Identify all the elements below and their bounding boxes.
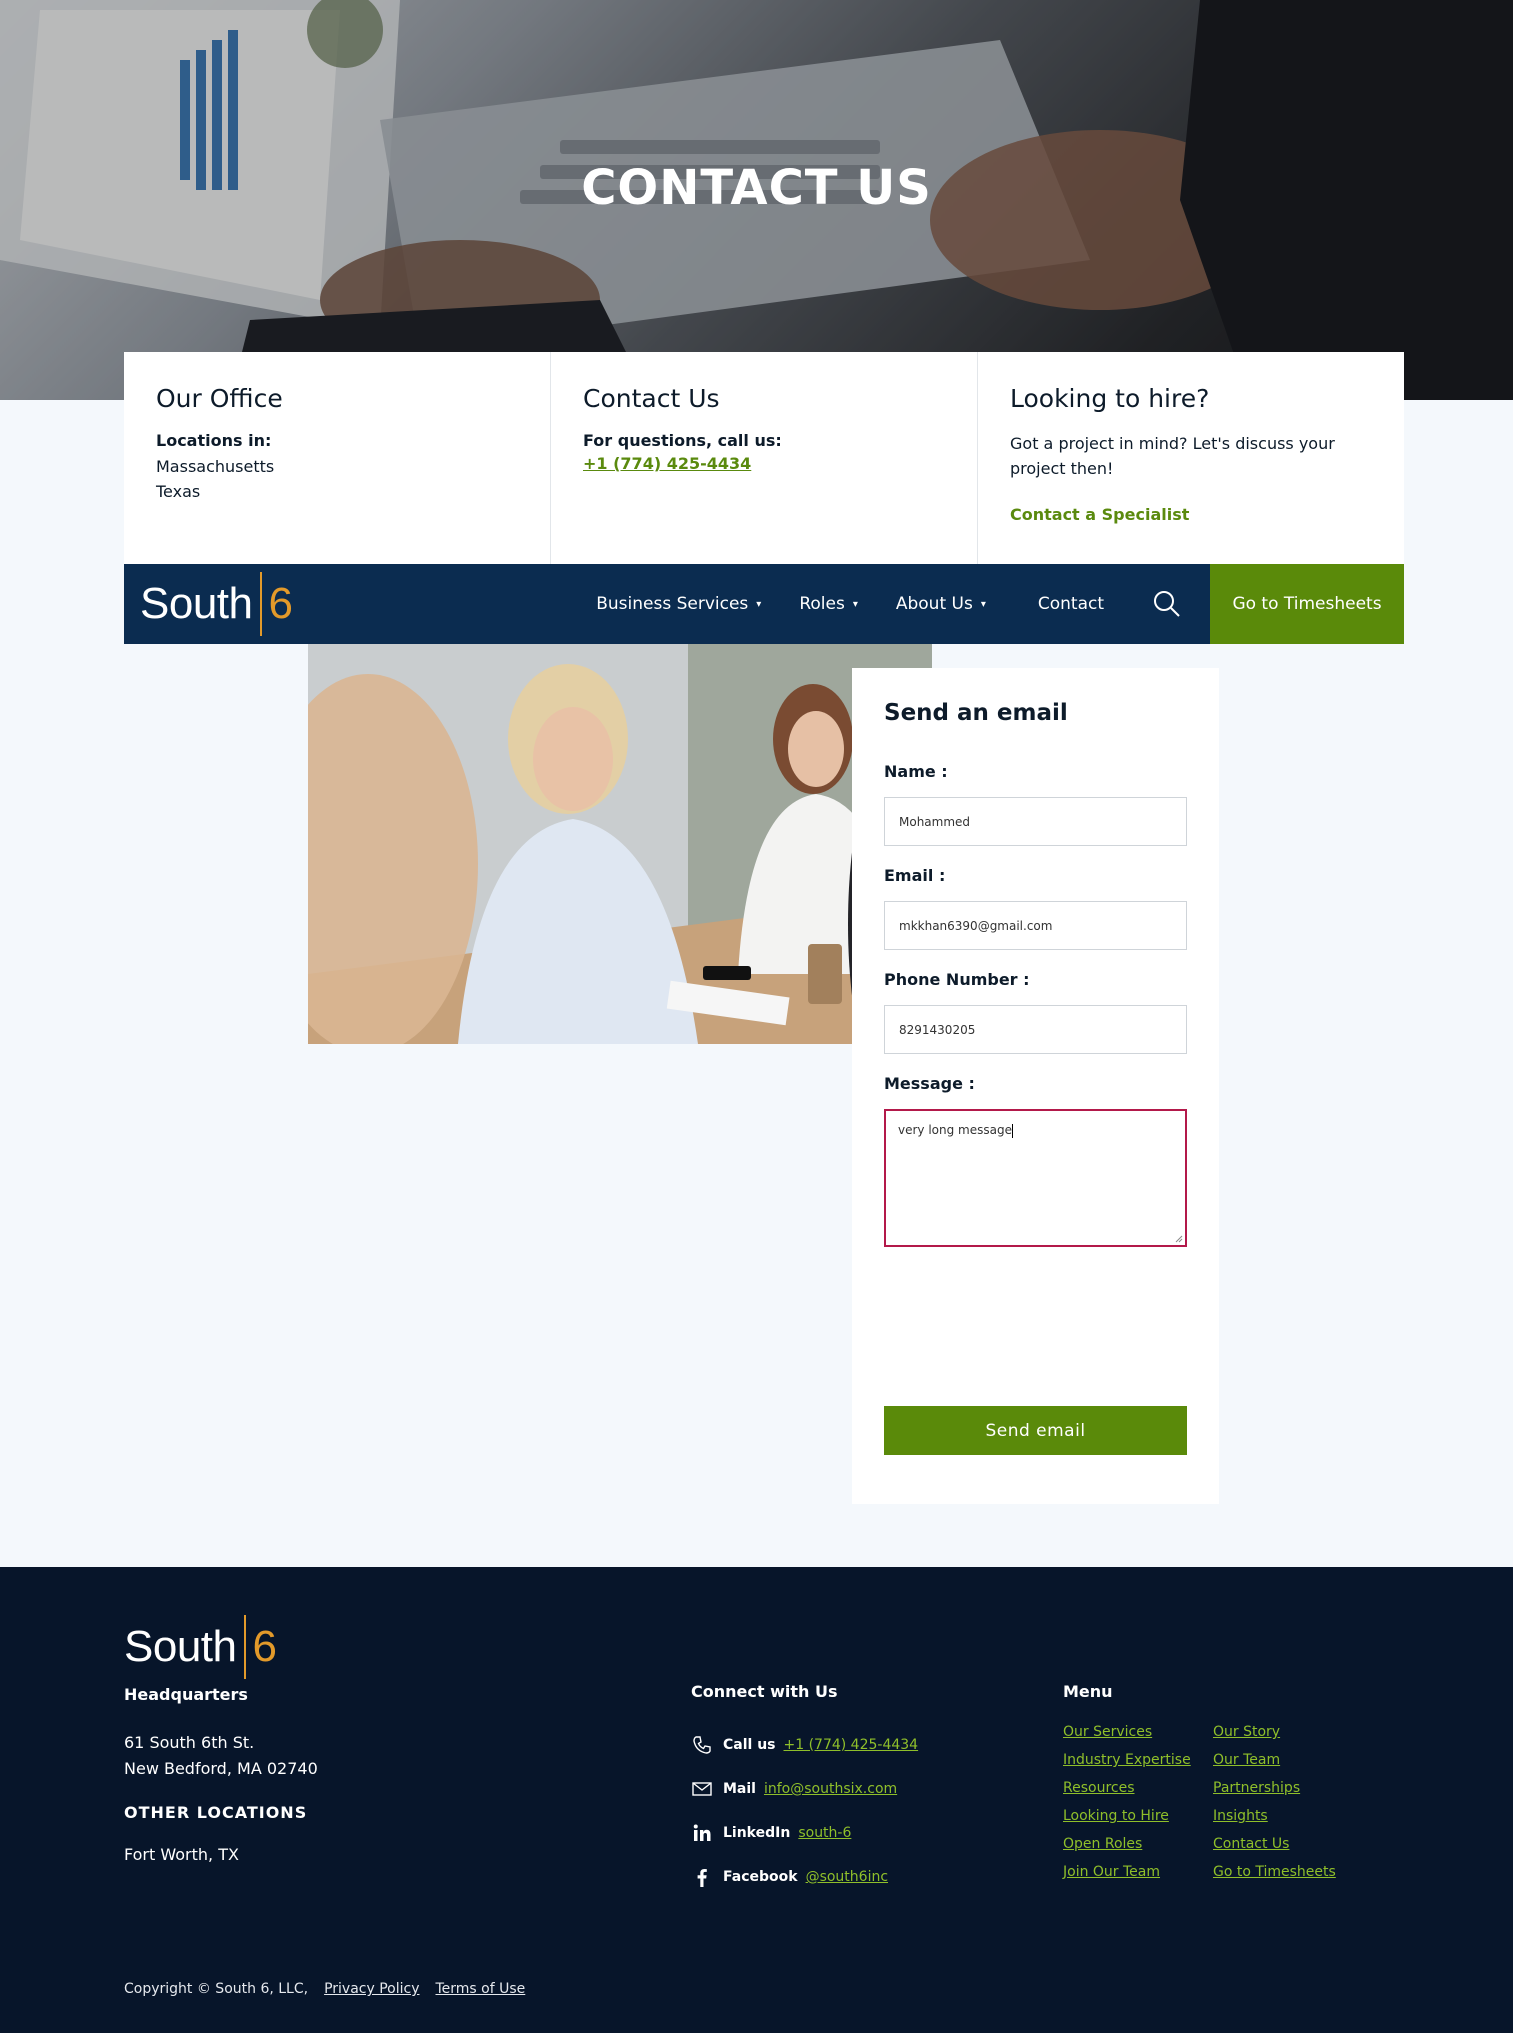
footer-menu: Menu Our Services Our Story Industry Exp… (1063, 1682, 1363, 1882)
contact-specialist-link[interactable]: Contact a Specialist (1010, 505, 1189, 524)
email-field[interactable]: mkkhan6390@gmail.com (884, 901, 1187, 950)
footer-menu-link[interactable]: Industry Expertise (1063, 1751, 1213, 1770)
chevron-down-icon: ▾ (980, 598, 986, 610)
footer-logo[interactable]: South 6 (124, 1615, 277, 1679)
connect-label: LinkedIn (723, 1825, 791, 1841)
footer-menu-link[interactable]: Our Team (1213, 1751, 1363, 1770)
message-textarea[interactable]: very long message (884, 1109, 1187, 1247)
connect-section: Connect with Us Call us +1 (774) 425-443… (691, 1682, 918, 1899)
connect-row-mail: Mail info@southsix.com (691, 1767, 918, 1811)
footer-menu-link[interactable]: Go to Timesheets (1213, 1863, 1363, 1882)
info-cards: Our Office Locations in: Massachusetts T… (124, 352, 1404, 564)
footer-phone-link[interactable]: +1 (774) 425-4434 (784, 1737, 919, 1753)
menu-heading: Menu (1063, 1682, 1113, 1701)
locations-label: Locations in: (156, 431, 272, 450)
search-icon[interactable] (1152, 589, 1182, 619)
footer-linkedin-link[interactable]: south-6 (798, 1825, 851, 1841)
office-heading: Our Office (156, 384, 283, 413)
footer-menu-link[interactable]: Open Roles (1063, 1835, 1213, 1854)
footer-menu-link[interactable]: Insights (1213, 1807, 1363, 1826)
footer-menu-link[interactable]: Our Services (1063, 1723, 1213, 1742)
nav-item-label: Roles (799, 594, 845, 614)
nav-item-business-services[interactable]: Business Services ▾ (596, 594, 761, 614)
footer-email-link[interactable]: info@southsix.com (764, 1781, 897, 1797)
nav-logo[interactable]: South 6 (140, 572, 293, 636)
copyright-bar: Copyright © South 6, LLC, Privacy Policy… (124, 1981, 525, 1997)
logo-text: South (140, 579, 253, 628)
headquarters-section: Headquarters 61 South 6th St. New Bedfor… (124, 1682, 318, 1868)
phone-icon (693, 1736, 711, 1754)
menu-links: Our Services Our Story Industry Expertis… (1063, 1723, 1363, 1882)
main-nav: South 6 Business Services ▾ Roles ▾ Abou… (124, 564, 1404, 644)
connect-label: Call us (723, 1737, 776, 1753)
message-text: very long message (898, 1123, 1012, 1137)
meeting-photo (308, 644, 932, 1044)
email-label: Email : (884, 866, 946, 885)
nav-item-label: Business Services (596, 594, 749, 614)
form-title: Send an email (884, 700, 1068, 726)
logo-number: 6 (268, 579, 293, 628)
hire-card: Looking to hire? Got a project in mind? … (978, 352, 1404, 564)
hire-text: Got a project in mind? Let's discuss you… (1010, 434, 1335, 478)
message-label: Message : (884, 1074, 975, 1093)
footer-facebook-link[interactable]: @south6inc (806, 1869, 888, 1885)
other-locations-heading: OTHER LOCATIONS (124, 1803, 308, 1822)
nav-item-roles[interactable]: Roles ▾ (799, 594, 858, 614)
location-item: Massachusetts (156, 457, 275, 476)
nav-item-label: About Us (895, 594, 973, 614)
email-form: Send an email Name : Mohammed Email : mk… (852, 668, 1219, 1504)
send-email-button[interactable]: Send email (884, 1406, 1187, 1455)
text-cursor (1011, 1123, 1013, 1138)
logo-divider (260, 572, 263, 636)
name-field[interactable]: Mohammed (884, 797, 1187, 846)
hire-heading: Looking to hire? (1010, 384, 1210, 413)
footer-menu-link[interactable]: Looking to Hire (1063, 1807, 1213, 1826)
phone-field[interactable]: 8291430205 (884, 1005, 1187, 1054)
logo-text: South (124, 1622, 237, 1671)
phone-label: Phone Number : (884, 970, 1030, 989)
privacy-policy-link[interactable]: Privacy Policy (324, 1981, 419, 1997)
connect-row-phone: Call us +1 (774) 425-4434 (691, 1723, 918, 1767)
nav-item-label: Contact (1037, 594, 1104, 614)
resize-handle-icon[interactable] (1175, 1235, 1183, 1243)
hq-address-line: 61 South 6th St. (124, 1733, 255, 1752)
chevron-down-icon: ▾ (852, 598, 858, 610)
connect-row-linkedin: LinkedIn south-6 (691, 1811, 918, 1855)
facebook-icon (697, 1869, 707, 1887)
footer-menu-link[interactable]: Join Our Team (1063, 1863, 1213, 1882)
logo-number: 6 (252, 1622, 277, 1671)
footer-menu-link[interactable]: Contact Us (1213, 1835, 1363, 1854)
other-location: Fort Worth, TX (124, 1845, 239, 1864)
meeting-image (308, 644, 932, 1044)
connect-heading: Connect with Us (691, 1682, 838, 1701)
footer-menu-link[interactable]: Our Story (1213, 1723, 1363, 1742)
name-label: Name : (884, 762, 948, 781)
contact-card: Contact Us For questions, call us: +1 (7… (551, 352, 978, 564)
questions-label: For questions, call us: (583, 431, 782, 450)
footer-menu-link[interactable]: Partnerships (1213, 1779, 1363, 1798)
terms-of-use-link[interactable]: Terms of Use (436, 1981, 526, 1997)
page-title: CONTACT US (581, 160, 932, 216)
footer-menu-link[interactable]: Resources (1063, 1779, 1213, 1798)
location-item: Texas (156, 482, 201, 501)
office-card: Our Office Locations in: Massachusetts T… (124, 352, 551, 564)
connect-label: Facebook (723, 1869, 798, 1885)
nav-menu: Business Services ▾ Roles ▾ About Us ▾ C… (558, 564, 1104, 644)
chevron-down-icon: ▾ (756, 598, 762, 610)
contact-heading: Contact Us (583, 384, 720, 413)
nav-item-contact[interactable]: Contact (1038, 594, 1104, 614)
copyright-text: Copyright © South 6, LLC, (124, 1981, 309, 1997)
hero-banner: CONTACT US (0, 0, 1513, 400)
linkedin-icon (693, 1824, 711, 1841)
timesheets-button[interactable]: Go to Timesheets (1210, 564, 1404, 644)
hq-address-line: New Bedford, MA 02740 (124, 1759, 318, 1778)
logo-divider (244, 1615, 247, 1679)
nav-item-about-us[interactable]: About Us ▾ (896, 594, 986, 614)
hq-heading: Headquarters (124, 1685, 248, 1704)
connect-label: Mail (723, 1781, 756, 1797)
connect-row-facebook: Facebook @south6inc (691, 1855, 918, 1899)
footer: South 6 Headquarters 61 South 6th St. Ne… (0, 1567, 1513, 2033)
phone-link[interactable]: +1 (774) 425-4434 (583, 454, 751, 473)
mail-icon (692, 1782, 712, 1796)
